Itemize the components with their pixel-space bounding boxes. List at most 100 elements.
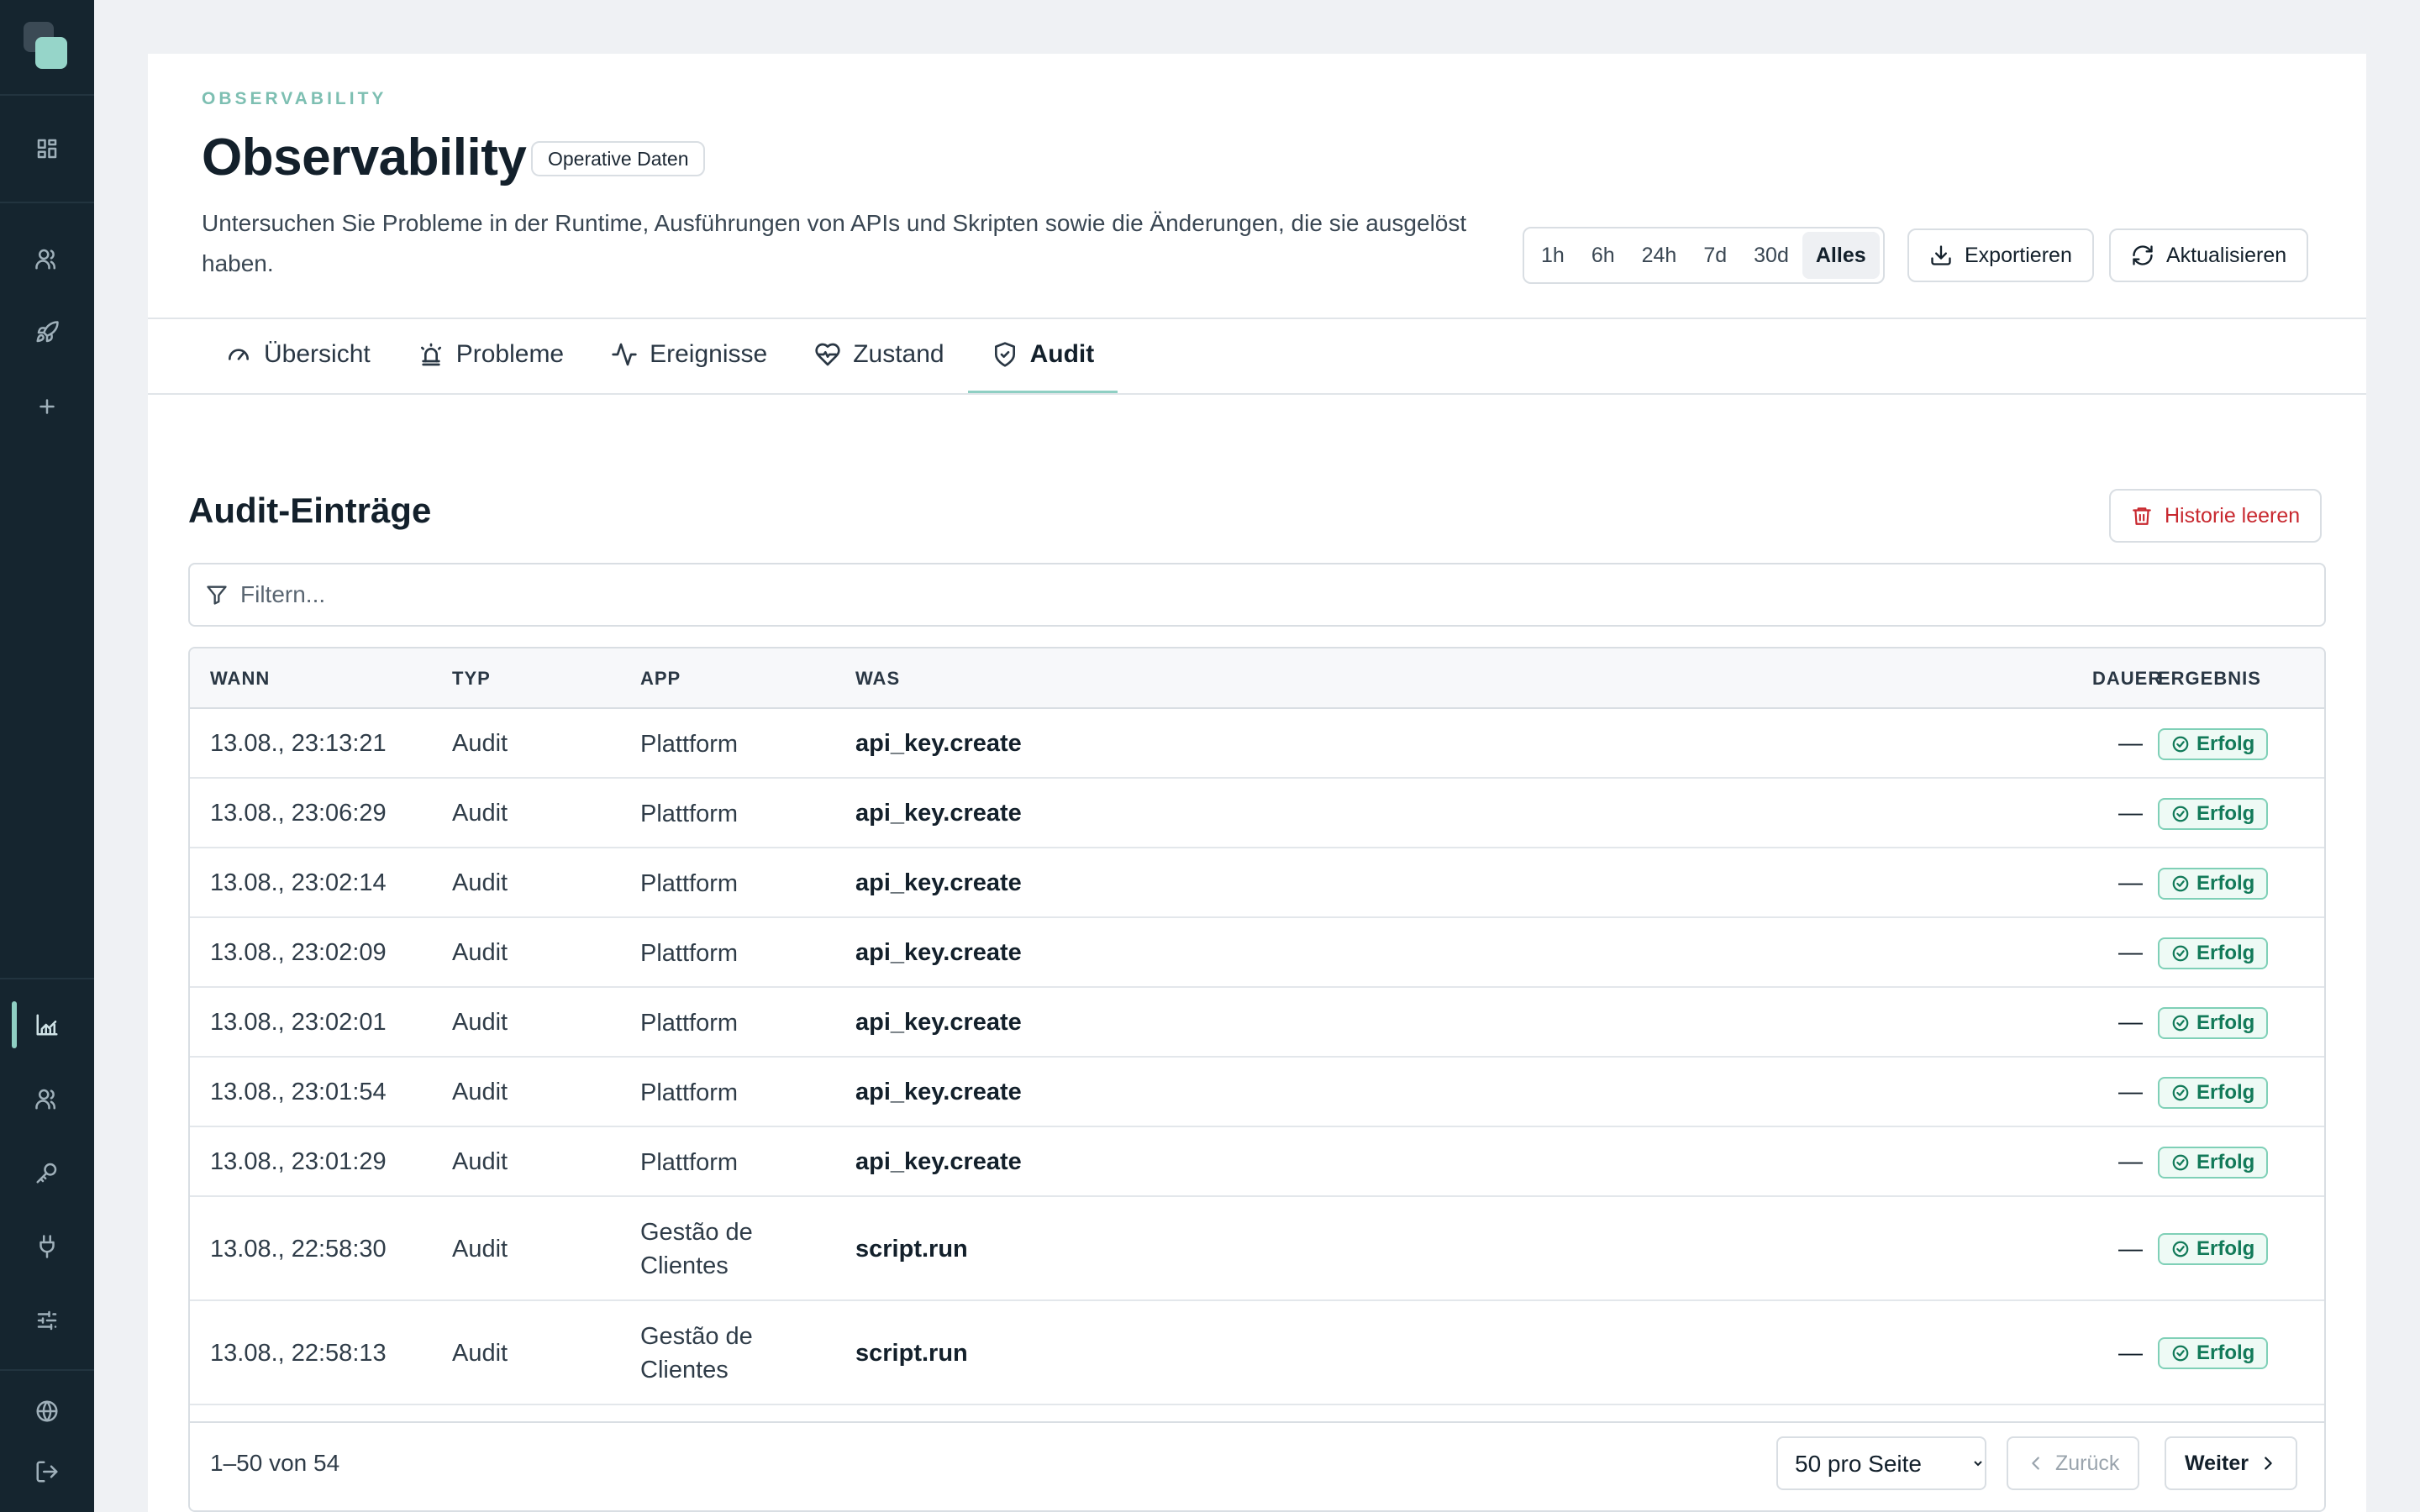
sidebar-item-dashboard[interactable]	[13, 122, 81, 176]
cell-result: Erfolg	[2158, 1127, 2309, 1197]
tab-bersicht[interactable]: Übersicht	[202, 316, 394, 393]
status-badge: Erfolg	[2158, 1006, 2269, 1039]
cell-duration: —	[2118, 730, 2143, 757]
sidebar-item-deploy[interactable]	[13, 306, 81, 360]
app-logo[interactable]	[24, 22, 71, 72]
table-body: 13.08., 23:13:21 Audit Plattform api_key.cr…	[190, 709, 2324, 1421]
filter-field[interactable]	[188, 563, 2326, 627]
rocket-icon	[36, 321, 59, 343]
clear-history-button[interactable]: Historie leeren	[2109, 489, 2323, 543]
cell-what: api_key.create	[855, 800, 1022, 827]
table-row[interactable]: 13.08., 23:06:29 Audit Plattform api_key.cr…	[190, 779, 2324, 848]
sidebar-item-users[interactable]	[13, 232, 81, 286]
table-row[interactable]: 13.08., 23:13:21 Audit Plattform api_key.cr…	[190, 709, 2324, 779]
tab-probleme[interactable]: Probleme	[394, 316, 587, 393]
cell-app: Plattform	[640, 1148, 739, 1176]
range-button-7d[interactable]: 7d	[1690, 232, 1740, 279]
sidebar-divider	[0, 978, 94, 979]
sidebar-item-logout[interactable]	[13, 1445, 81, 1499]
table-row[interactable]: 13.08., 23:02:14 Audit Plattform api_key.cr…	[190, 848, 2324, 918]
sidebar-item-team[interactable]	[13, 1072, 81, 1126]
activity-icon	[612, 343, 637, 366]
range-button-1h[interactable]: 1h	[1528, 232, 1578, 279]
cell-when: 13.08., 22:58:13	[210, 1339, 387, 1367]
sidebar-item-language[interactable]	[13, 1384, 81, 1438]
cell-result: Erfolg	[2158, 1058, 2309, 1127]
filter-icon	[207, 585, 227, 605]
cell-what: api_key.create	[855, 1148, 1022, 1175]
cell-what: api_key.create	[855, 1079, 1022, 1105]
range-button-24h[interactable]: 24h	[1628, 232, 1691, 279]
previous-page-button[interactable]: Zurück	[2007, 1436, 2140, 1490]
status-label: Erfolg	[2196, 871, 2255, 895]
per-page-select[interactable]: 50 pro Seite	[1776, 1436, 1986, 1490]
range-button-30d[interactable]: 30d	[1740, 232, 1802, 279]
next-page-label: Weiter	[2185, 1451, 2249, 1475]
cell-what: script.run	[855, 1339, 968, 1367]
cell-type: Audit	[452, 1339, 508, 1367]
cell-app: Plattform	[640, 869, 739, 897]
refresh-button[interactable]: Aktualisieren	[2109, 228, 2309, 282]
sidebar-item-keys[interactable]	[13, 1146, 81, 1200]
plus-icon	[39, 399, 55, 414]
table-row[interactable]: 13.08., 22:58:13 Audit Gestão de Clientes s…	[190, 1301, 2324, 1405]
export-button[interactable]: Exportieren	[1907, 228, 2094, 282]
chevron-right-icon	[2265, 1457, 2272, 1470]
table-row[interactable]: 13.08., 23:02:01 Audit Plattform api_key.cr…	[190, 988, 2324, 1058]
tab-ereignisse[interactable]: Ereignisse	[587, 316, 791, 393]
column-header-what[interactable]: WAS	[855, 648, 900, 709]
check-circle-icon	[2172, 1345, 2189, 1362]
column-header-result[interactable]: ERGEBNIS	[2158, 648, 2261, 709]
cell-when: 13.08., 23:02:09	[210, 939, 387, 966]
cell-when: 13.08., 22:47:58	[210, 1405, 445, 1421]
sidebar-item-settings[interactable]	[13, 1294, 81, 1347]
cell-duration: —	[2118, 1079, 2143, 1105]
range-button-alles[interactable]: Alles	[1802, 232, 1880, 279]
check-circle-icon	[2172, 1015, 2189, 1031]
sidebar-item-add[interactable]	[13, 380, 81, 433]
gauge-icon	[229, 349, 249, 360]
sliders-icon	[37, 1310, 57, 1331]
sidebar-item-observability[interactable]	[13, 998, 81, 1052]
filter-input[interactable]	[240, 581, 2257, 608]
table-row[interactable]: 13.08., 23:01:29 Audit Plattform api_key.cr…	[190, 1127, 2324, 1197]
globe-icon	[36, 1400, 58, 1422]
tab-label: Audit	[1029, 340, 1095, 368]
table-row[interactable]: 13.08., 23:01:54 Audit Plattform api_key.cr…	[190, 1058, 2324, 1127]
tab-zustand[interactable]: Zustand	[791, 316, 967, 393]
cell-type: Audit	[452, 730, 508, 757]
cell-app: Gestão de Clientes	[640, 1323, 753, 1383]
tab-audit[interactable]: Audit	[967, 316, 1118, 395]
next-page-button[interactable]: Weiter	[2165, 1436, 2297, 1490]
cell-result: Erfolg	[2158, 918, 2309, 988]
page-description: Untersuchen Sie Probleme in der Runtime,…	[202, 210, 1467, 276]
chevron-left-icon	[2032, 1457, 2039, 1470]
table-row[interactable]: 13.08., 22:58:30 Audit Gestão de Clientes s…	[190, 1197, 2324, 1301]
cell-what: script.run	[855, 1405, 1864, 1421]
cell-app: Gestão de Clientes	[640, 1405, 834, 1421]
cell-when: 13.08., 23:01:29	[210, 1148, 387, 1175]
column-header-app[interactable]: APP	[640, 648, 681, 709]
table-row[interactable]: 13.08., 22:47:58 Audit Gestão de Clientes s…	[190, 1405, 2324, 1421]
cell-duration: —	[2118, 800, 2143, 827]
column-header-when[interactable]: WANN	[210, 648, 270, 709]
cell-what: api_key.create	[855, 869, 1022, 896]
check-circle-icon	[2172, 875, 2189, 891]
alarm-icon	[420, 343, 441, 366]
pagination-range: 1–50 von 54	[210, 1450, 340, 1476]
cell-type: Audit	[452, 1009, 508, 1036]
cell-when: 13.08., 23:01:54	[210, 1079, 387, 1105]
cell-result: Erfolg	[2158, 988, 2309, 1058]
column-header-duration[interactable]: DAUER	[2092, 648, 2162, 709]
users-icon	[35, 1089, 55, 1110]
cell-result: Erfolg	[2158, 779, 2309, 848]
table-row[interactable]: 13.08., 23:02:09 Audit Plattform api_key.cr…	[190, 918, 2324, 988]
heart-pulse-icon	[815, 343, 840, 366]
column-header-type[interactable]: TYP	[452, 648, 491, 709]
sidebar-item-integrations[interactable]	[13, 1220, 81, 1273]
range-button-6h[interactable]: 6h	[1578, 232, 1628, 279]
clear-history-label: Historie leeren	[2165, 503, 2301, 528]
sidebar-divider	[0, 202, 94, 203]
plug-icon	[39, 1235, 55, 1258]
status-label: Erfolg	[2196, 1237, 2255, 1260]
